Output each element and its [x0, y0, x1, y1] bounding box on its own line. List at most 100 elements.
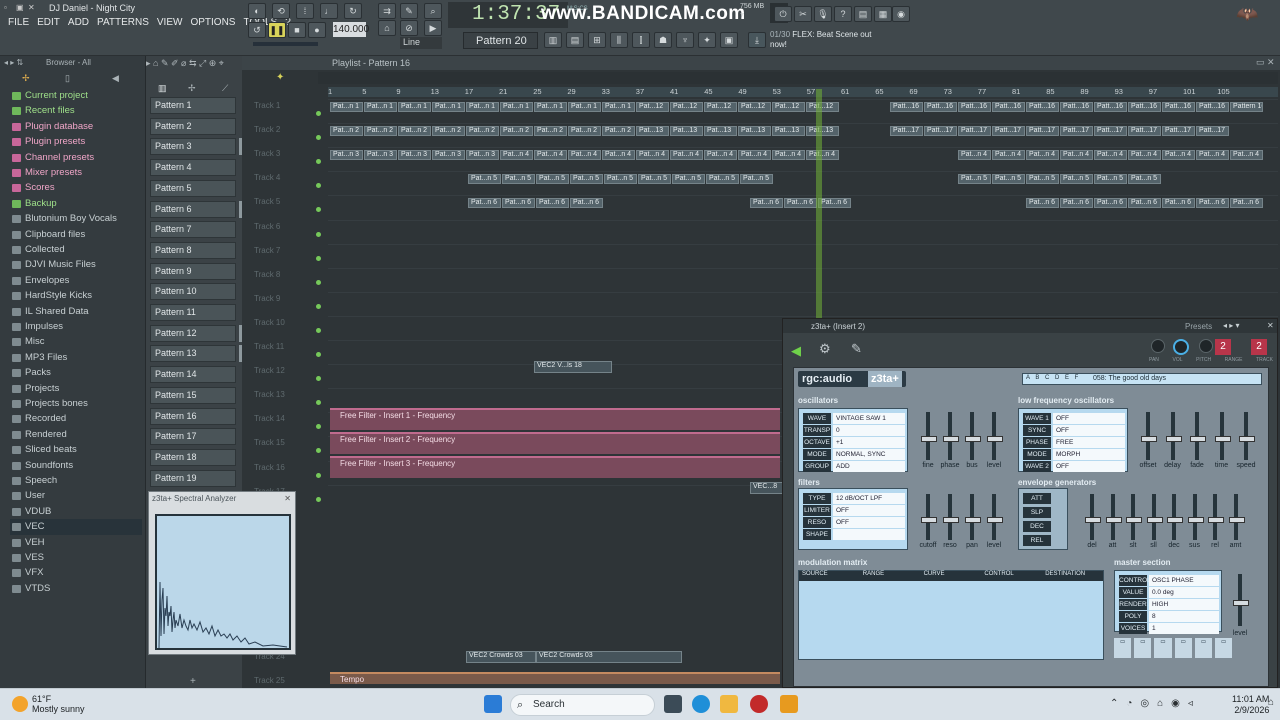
pattern-item[interactable]: Pattern 10 — [150, 283, 236, 301]
filters-row[interactable]: LIMITER OFF — [803, 505, 905, 516]
browser-item-blutonium-boy-vocals[interactable]: Blutonium Boy Vocals — [10, 211, 142, 227]
spectral-analyzer-window[interactable]: z3ta+ Spectral Analyzer ✕ — [148, 491, 296, 655]
weather-widget[interactable]: 61°F Mostly sunny — [32, 694, 85, 714]
master-row[interactable]: CONTROL OSC1 PHASE — [1119, 575, 1219, 586]
close-icon[interactable]: ✕ — [28, 3, 35, 12]
bandicam-icon[interactable] — [750, 695, 768, 713]
browser-star-icon[interactable]: ✢ — [22, 73, 30, 84]
menu-item-patterns[interactable]: PATTERNS — [93, 17, 153, 28]
pattern-clip[interactable]: Pat...n 4 — [772, 150, 805, 161]
setting-value[interactable]: ADD — [833, 461, 905, 472]
master-row[interactable]: POLY 8 — [1119, 611, 1219, 622]
setting-value[interactable]: OFF — [1053, 461, 1125, 472]
envelope-row[interactable]: SLP — [1023, 507, 1063, 518]
fader-sus[interactable] — [1187, 494, 1204, 540]
save-icon[interactable]: ▤ — [854, 6, 872, 22]
browser-item-current-project[interactable]: Current project — [10, 88, 142, 104]
pattern-item[interactable]: Pattern 16 — [150, 407, 236, 425]
fader-amt[interactable] — [1228, 494, 1245, 540]
master-btn-2[interactable]: ▭ — [1134, 638, 1152, 658]
pattern-clip[interactable]: Pat...n 6 — [1094, 198, 1127, 209]
notification-icon[interactable]: ⌂ — [1268, 697, 1274, 708]
pattern-clip[interactable]: Pat...13 — [704, 126, 737, 137]
pattern-clip[interactable]: Patt...17 — [992, 126, 1025, 137]
pattern-clip[interactable]: Pat...n 5 — [1094, 174, 1127, 185]
browser-item-ves[interactable]: VES — [10, 550, 142, 566]
pattern-clip[interactable]: Pat...13 — [670, 126, 703, 137]
wrench-icon[interactable]: ✦ — [698, 32, 716, 48]
playhead[interactable] — [816, 89, 822, 344]
pattern-clip[interactable]: Patt...16 — [1094, 102, 1127, 112]
browser-item-clipboard-files[interactable]: Clipboard files — [10, 227, 142, 243]
pattern-clip[interactable]: Pat...n 2 — [534, 126, 567, 137]
fader-cutoff[interactable] — [921, 494, 937, 540]
browser-item-sliced-beats[interactable]: Sliced beats — [10, 442, 142, 458]
playlist-tools[interactable]: ▸ ⌂ ✎ ✐ ⌀ ⇆ ⤢ ⊕ ⌖ — [146, 58, 326, 70]
pattern-clip[interactable]: Pat...n 3 — [330, 150, 363, 161]
lfo-row[interactable]: SYNC OFF — [1023, 425, 1125, 436]
fader-att[interactable] — [1105, 494, 1122, 540]
master-btn-4[interactable]: ▭ — [1174, 638, 1192, 658]
pattern-clip[interactable]: Pat...n 4 — [636, 150, 669, 161]
window-controls[interactable]: ▫ ▣ ✕ — [4, 3, 44, 13]
pattern-clip[interactable]: Patt...16 — [992, 102, 1025, 112]
bank-buttons[interactable]: A B C D E F — [1026, 375, 1080, 381]
browser-item-projects-bones[interactable]: Projects bones — [10, 396, 142, 412]
pattern-clip[interactable]: Patt...17 — [1162, 126, 1195, 137]
setting-value[interactable]: OFF — [833, 517, 905, 528]
master-btn-6[interactable]: ▭ — [1215, 638, 1233, 658]
track-enable-dot[interactable] — [316, 231, 321, 237]
pattern-clip[interactable]: Pat...n 4 — [738, 150, 771, 161]
loop-icon[interactable]: ⟲ — [272, 3, 290, 19]
setting-value[interactable]: 0 — [833, 425, 905, 436]
microphone-icon[interactable]: 🎙 — [814, 6, 832, 22]
setting-value[interactable]: FREE — [1053, 437, 1125, 448]
menu-item-file[interactable]: FILE — [4, 17, 33, 28]
track-row[interactable] — [328, 243, 1278, 268]
audio-clip[interactable]: VEC2 V...ls 18 — [534, 361, 612, 373]
browser-item-vfx[interactable]: VFX — [10, 565, 142, 581]
track-enable-dot[interactable] — [316, 472, 321, 478]
zoom-tool-icon[interactable]: ⌕ — [424, 3, 442, 19]
browser-item-speech[interactable]: Speech — [10, 473, 142, 489]
playlist-icon[interactable]: ▥ — [544, 32, 562, 48]
pattern-clip[interactable]: Pat...12 — [636, 102, 669, 112]
browser-item-plugin-database[interactable]: Plugin database — [10, 119, 142, 135]
pattern-clip[interactable]: Pat...n 2 — [568, 126, 601, 137]
fader-rel[interactable] — [1208, 494, 1224, 540]
pattern-clip[interactable]: Pat...n 5 — [570, 174, 603, 185]
pattern-item[interactable]: Pattern 1 — [150, 97, 236, 114]
pattern-clip[interactable]: Pat...n 2 — [500, 126, 533, 137]
pattern-clip[interactable]: Pat...n 4 — [1128, 150, 1161, 161]
brush-tool-icon[interactable]: ⌂ — [378, 20, 396, 36]
track-enable-dot[interactable] — [316, 424, 321, 430]
pattern-item[interactable]: Pattern 8 — [150, 241, 236, 259]
pause-button[interactable]: ❚❚ — [268, 22, 286, 38]
lfo-row[interactable]: PHASE FREE — [1023, 437, 1125, 448]
fader-speed[interactable] — [1239, 412, 1255, 460]
fader-level[interactable] — [987, 412, 1003, 460]
pattern-clip[interactable]: Pat...n 2 — [602, 126, 635, 137]
pattern-item[interactable]: Pattern 13 — [150, 345, 236, 363]
chat-icon[interactable]: ◉ — [892, 6, 910, 22]
presets-label[interactable]: Presets — [1185, 322, 1212, 331]
pattern-clip[interactable]: Pat...n 5 — [958, 174, 991, 185]
browser-item-soundfonts[interactable]: Soundfonts — [10, 458, 142, 474]
pattern-clip[interactable]: Pat...n 6 — [1060, 198, 1093, 209]
menu-item-edit[interactable]: EDIT — [33, 17, 64, 28]
browser-item-vdub[interactable]: VDUB — [10, 504, 142, 520]
master-btn-5[interactable]: ▭ — [1194, 638, 1213, 658]
oscillators-row[interactable]: GROUP ADD — [803, 461, 905, 472]
browser-options-icon[interactable]: ◂ ▸ ⇅ — [4, 58, 23, 67]
touch-icon[interactable]: ▣ — [720, 32, 738, 48]
pattern-item[interactable]: Pattern 17 — [150, 428, 236, 446]
online-icon[interactable]: ⏻ — [774, 6, 792, 22]
pattern-clip[interactable]: Pat...n 2 — [432, 126, 465, 137]
help-icon[interactable]: ? — [834, 6, 852, 22]
weather-sun-icon[interactable] — [12, 696, 28, 712]
pattern-clip[interactable]: Patt...17 — [1094, 126, 1127, 137]
time-ruler[interactable]: 1 5 9 13 17 21 25 29 33 37 41 45 49 53 57 61 65 69 73 77 81 8… — [328, 87, 1278, 97]
pattern-clip[interactable]: Patt...17 — [924, 126, 957, 137]
pattern-clip[interactable]: Pat...n 5 — [1026, 174, 1059, 185]
oscillators-row[interactable]: OCTAVE +1 — [803, 437, 905, 448]
